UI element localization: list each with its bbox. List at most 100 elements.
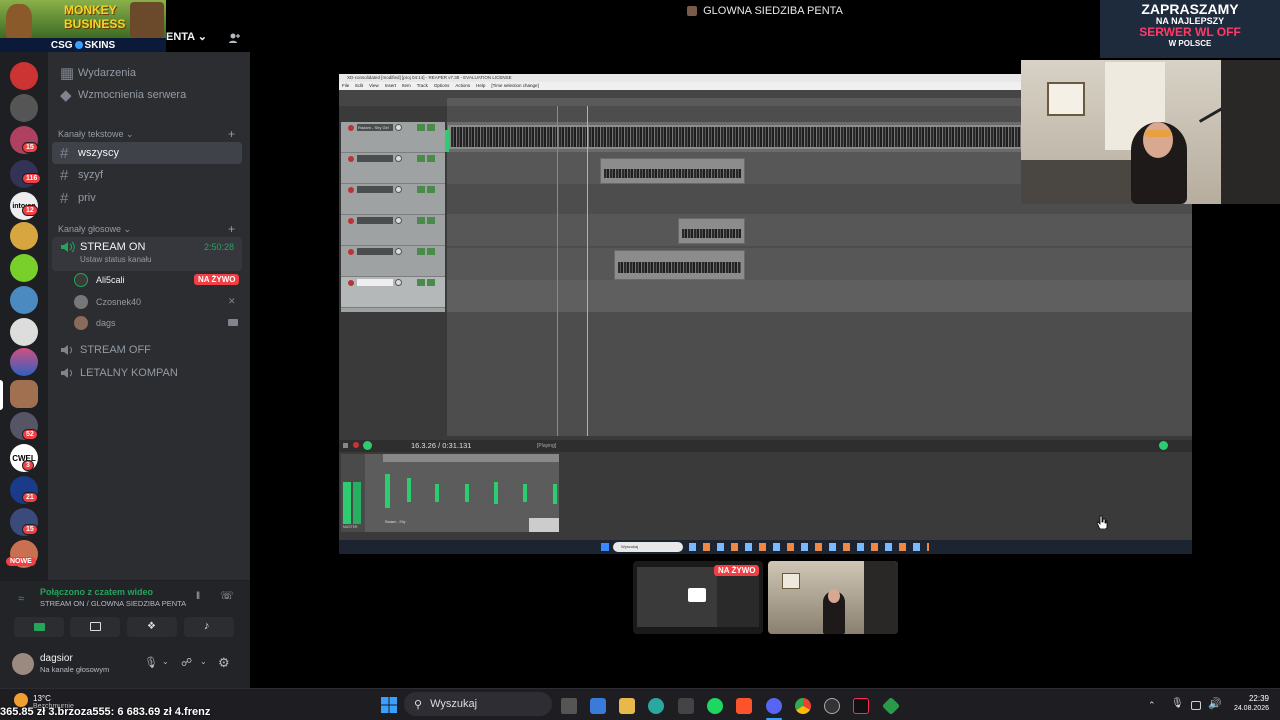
clock-time[interactable]: 22:39 <box>1229 694 1269 703</box>
voice-channel-stream-off[interactable]: STREAM OFF <box>52 339 242 361</box>
connection-status[interactable]: Połączono z czatem wideo <box>40 587 153 597</box>
windows-icon <box>601 543 609 551</box>
noise-suppression-icon[interactable]: ‖ <box>196 591 200 602</box>
track-header[interactable] <box>341 184 445 215</box>
windows-start-icon[interactable] <box>381 697 397 713</box>
edge-icon[interactable] <box>648 698 664 714</box>
screen-share-button[interactable] <box>70 617 120 637</box>
store-icon[interactable] <box>590 698 606 714</box>
voice-member[interactable]: Ali5cali <box>74 270 125 290</box>
mixer-panel[interactable]: MASTER Radam - Shy <box>341 454 559 532</box>
spotify-icon[interactable] <box>707 698 723 714</box>
events-item[interactable]: ▦ Wydarzenia <box>52 62 242 84</box>
channel-priv[interactable]: # priv <box>52 187 242 209</box>
network-icon[interactable] <box>1191 701 1201 710</box>
microphone-icon[interactable]: 🎙 <box>144 656 158 669</box>
task-view-icon[interactable] <box>561 698 577 714</box>
settings-gear-icon[interactable]: ⚙ <box>218 655 230 671</box>
voice-channel-stream-on[interactable]: STREAM ON Ustaw status kanału 2:50:28 <box>52 237 242 271</box>
microphone-icon[interactable]: 🎙 <box>1171 698 1184 709</box>
menu-item[interactable]: Actions <box>455 83 470 88</box>
track-header[interactable] <box>341 153 445 184</box>
transport-bar[interactable]: 16.3.26 / 0:31.131 [Playing] <box>339 440 1192 452</box>
add-member-icon[interactable] <box>228 31 240 43</box>
camera-button[interactable] <box>14 617 64 637</box>
server-boosts-item[interactable]: ◆ Wzmocnienia serwera <box>52 84 242 106</box>
chevron-down-icon[interactable]: ⌄ <box>162 657 169 666</box>
discord-icon[interactable] <box>766 698 782 714</box>
record-arm-icon[interactable] <box>348 125 354 131</box>
menu-item: [Time selection change] <box>491 83 539 88</box>
disconnect-icon[interactable]: ☏ <box>220 589 234 602</box>
track-name[interactable]: Radam - Shy Girl <box>357 124 393 131</box>
media-item[interactable] <box>614 250 745 280</box>
play-icon[interactable] <box>363 441 372 450</box>
stream-tile-screen[interactable]: NA ŻYWO <box>633 561 763 634</box>
fx-button[interactable] <box>417 124 425 131</box>
app-icon[interactable] <box>881 696 901 716</box>
weather-icon[interactable] <box>14 693 28 707</box>
menu-item[interactable]: Edit <box>355 83 363 88</box>
voice-channel-letalny-kompan[interactable]: LETALNY KOMPAN <box>52 362 242 384</box>
camera-icon <box>228 319 238 326</box>
server-icon[interactable] <box>10 222 38 250</box>
menu-item[interactable]: View <box>369 83 379 88</box>
route-button[interactable] <box>427 124 435 131</box>
text-category[interactable]: Kanały tekstowe ⌄ <box>58 129 134 140</box>
clock-date[interactable]: 24.08.2026 <box>1225 705 1269 712</box>
server-name[interactable]: ENTA ⌄ <box>166 30 207 43</box>
server-icon[interactable] <box>10 318 38 346</box>
chevron-up-icon[interactable]: ⌃ <box>1148 700 1156 711</box>
brave-icon[interactable] <box>736 698 752 714</box>
voice-member[interactable]: Czosnek40 <box>74 292 141 312</box>
headphones-icon[interactable]: ☍ <box>181 656 192 669</box>
server-icon[interactable] <box>10 94 38 122</box>
master-strip[interactable]: MASTER <box>341 454 365 532</box>
voice-member[interactable]: dags <box>74 313 116 333</box>
server-badge: 15 <box>22 142 38 153</box>
track-header[interactable]: Radam - Shy Girl <box>341 122 449 153</box>
taskbar-search[interactable]: ⚲ Wyszukaj <box>404 692 552 716</box>
channel-syzyf[interactable]: # syzyf <box>52 164 242 186</box>
weather-temp[interactable]: 13°C <box>33 694 51 703</box>
app-icon[interactable] <box>678 698 694 714</box>
obs-icon[interactable] <box>824 698 840 714</box>
track-header[interactable] <box>341 215 445 246</box>
server-icon[interactable] <box>10 254 38 282</box>
add-voice-channel-icon[interactable]: + <box>228 222 235 236</box>
chrome-icon[interactable] <box>795 698 811 714</box>
volume-knob[interactable] <box>395 124 402 131</box>
server-icon[interactable] <box>10 380 38 408</box>
mixer-header <box>383 454 559 462</box>
volume-icon[interactable]: 🔊 <box>1208 697 1222 710</box>
chevron-down-icon[interactable]: ⌄ <box>200 657 207 666</box>
server-icon[interactable] <box>10 62 38 90</box>
stop-icon[interactable] <box>343 443 348 448</box>
menu-item[interactable]: Options <box>434 83 450 88</box>
track-header[interactable] <box>341 246 445 277</box>
media-item[interactable] <box>600 158 745 184</box>
menu-item[interactable]: Track <box>417 83 428 88</box>
track-header[interactable] <box>341 277 445 308</box>
menu-item[interactable]: Insert <box>385 83 396 88</box>
record-icon[interactable] <box>353 442 359 448</box>
hash-icon: # <box>60 166 69 184</box>
media-item[interactable] <box>678 218 745 244</box>
soundboard-button[interactable]: ♪ <box>184 617 234 637</box>
activities-button[interactable]: ❖ <box>127 617 177 637</box>
voice-category[interactable]: Kanały głosowe ⌄ <box>58 224 131 235</box>
channel-status[interactable]: Ustaw status kanału <box>80 255 152 264</box>
file-explorer-icon[interactable] <box>619 698 635 714</box>
server-icon[interactable] <box>10 348 38 376</box>
tiktok-icon[interactable] <box>853 698 869 714</box>
menu-item[interactable]: Help <box>476 83 485 88</box>
avatar[interactable] <box>12 653 34 675</box>
menu-item[interactable]: Item <box>402 83 411 88</box>
add-channel-icon[interactable]: + <box>228 127 235 141</box>
channel-wszyscy[interactable]: # wszyscy <box>52 142 242 164</box>
server-icon[interactable] <box>10 286 38 314</box>
menu-item[interactable]: File <box>342 83 349 88</box>
track-lane <box>447 280 1192 312</box>
calendar-icon: ▦ <box>60 65 75 82</box>
stream-tile-webcam[interactable] <box>768 561 898 634</box>
